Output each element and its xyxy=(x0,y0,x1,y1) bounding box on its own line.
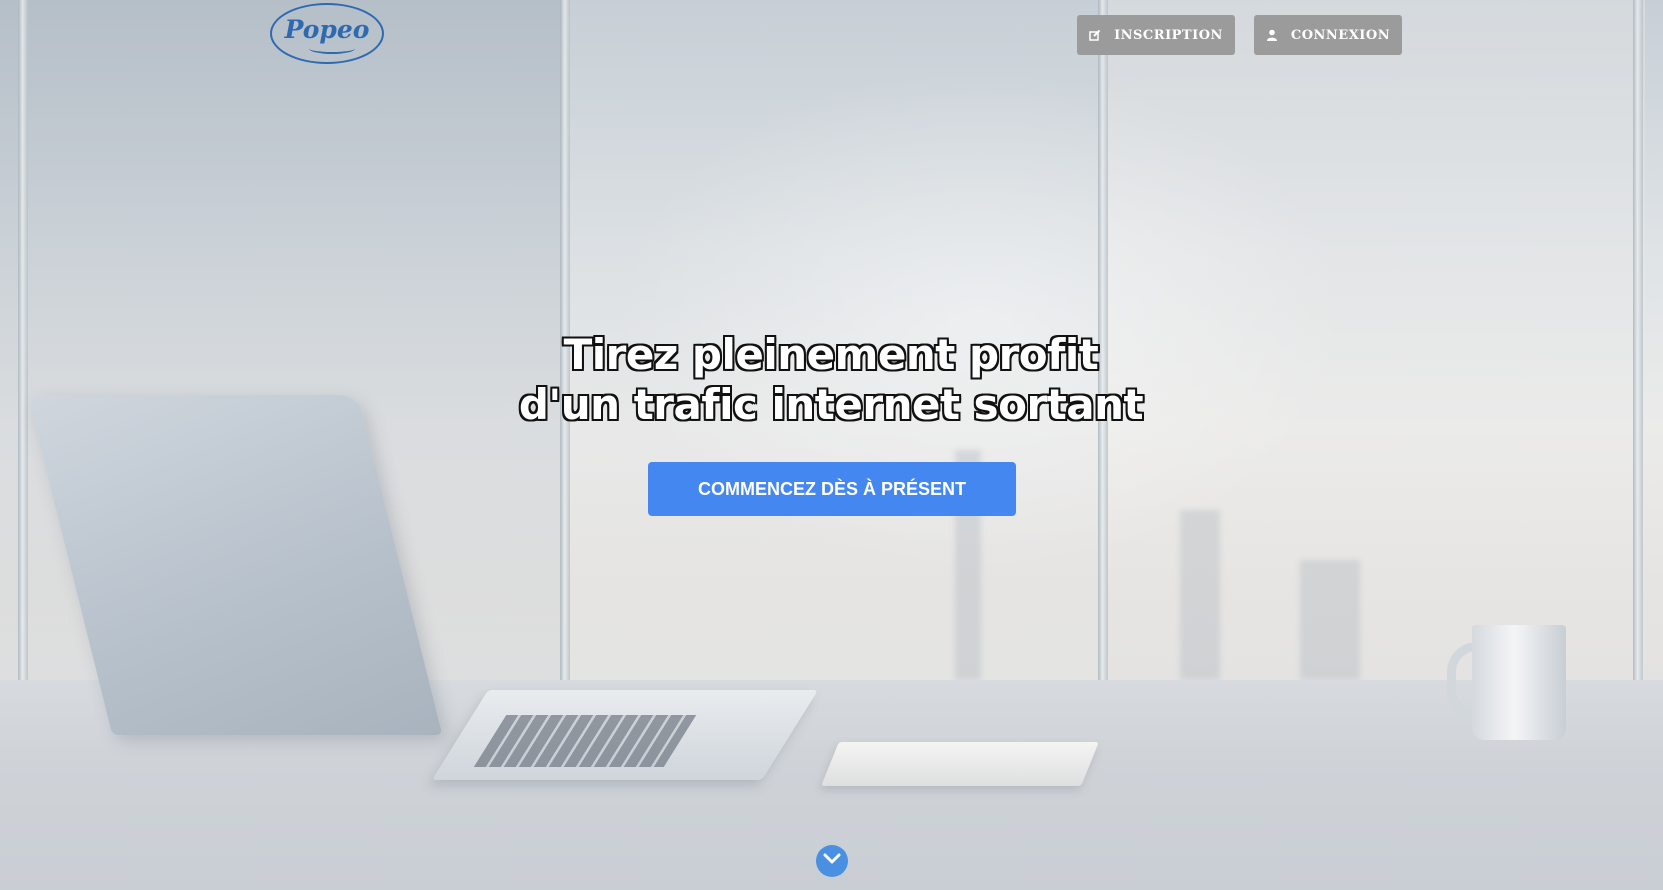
get-started-label: COMMENCEZ DÈS À PRÉSENT xyxy=(697,478,967,499)
hero-headline: Tirez pleinement profit d'un trafic inte… xyxy=(431,330,1231,430)
get-started-button[interactable]: COMMENCEZ DÈS À PRÉSENT xyxy=(648,462,1016,516)
background-notebook xyxy=(821,742,1099,786)
background-mug xyxy=(1472,625,1566,740)
scroll-down-button[interactable] xyxy=(816,845,848,877)
logo-text: Popeo xyxy=(284,15,370,44)
background-window-frame xyxy=(18,0,28,680)
inscription-label: INSCRIPTION xyxy=(1114,27,1223,43)
inscription-button[interactable]: INSCRIPTION xyxy=(1077,15,1235,55)
hero-headline-line2: d'un trafic internet sortant xyxy=(518,380,1144,429)
user-icon xyxy=(1266,29,1278,41)
connexion-label: CONNEXION xyxy=(1290,27,1391,43)
edit-icon xyxy=(1089,29,1101,41)
logo[interactable]: Popeo xyxy=(270,3,384,64)
background-window-frame xyxy=(1633,0,1643,680)
chevron-down-icon xyxy=(823,852,841,870)
logo-smile xyxy=(309,43,355,54)
background-skyline xyxy=(1300,560,1360,680)
hero-headline-line1: Tirez pleinement profit xyxy=(563,330,1099,379)
connexion-button[interactable]: CONNEXION xyxy=(1254,15,1402,55)
hero-section: Popeo INSCRIPTION CONNEXION Tirez pleine… xyxy=(0,0,1663,890)
background-keyboard xyxy=(473,715,697,767)
background-skyline xyxy=(1180,510,1220,680)
